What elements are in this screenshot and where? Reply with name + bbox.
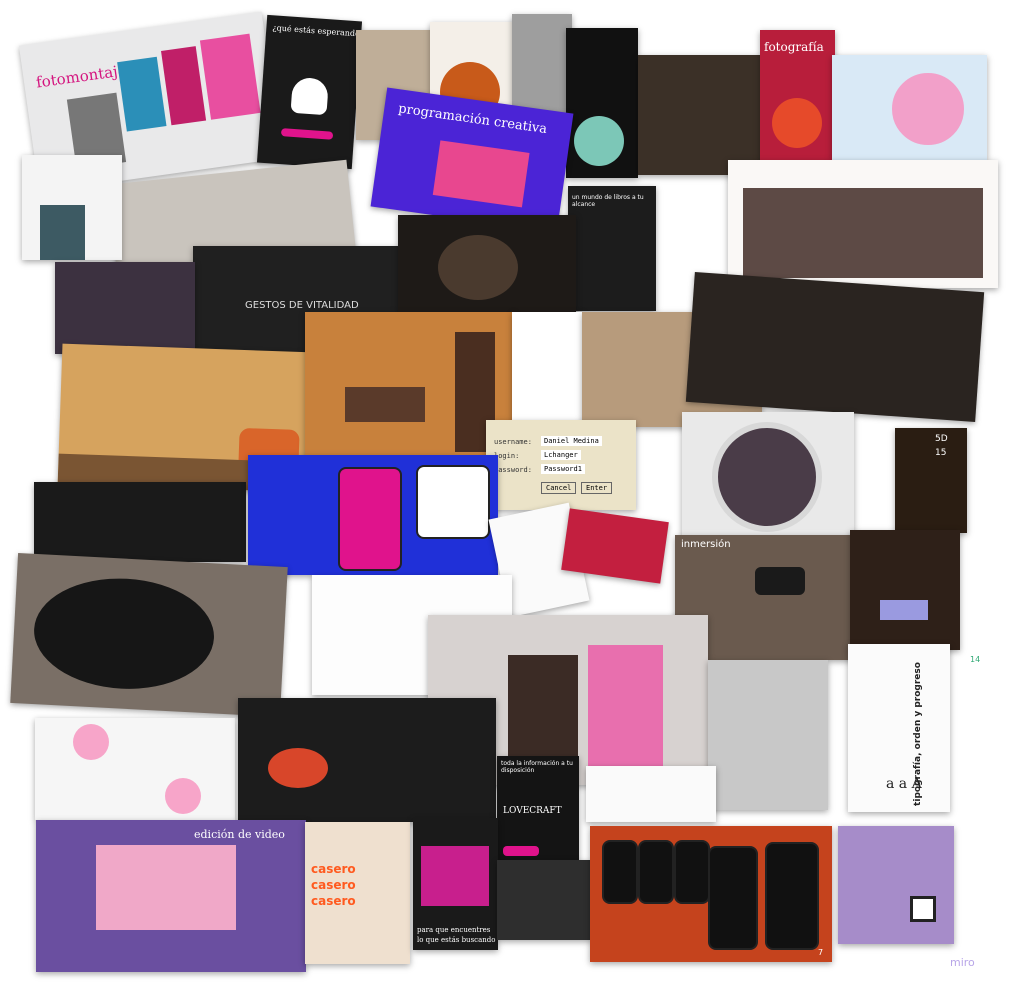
bw-photo-card [708, 660, 828, 810]
para-que-line-2: lo que estás buscando [417, 936, 496, 944]
collage-photo-1 [117, 56, 167, 132]
para-que-card[interactable]: para que encuentres lo que estás buscand… [413, 818, 498, 950]
vinyl-label [574, 116, 624, 166]
orange-phone-1 [602, 840, 638, 904]
enter-button[interactable]: Enter [581, 482, 613, 494]
cancel-button[interactable]: Cancel [541, 482, 577, 494]
orange-phone-4 [708, 846, 758, 950]
miro-watermark: miro [950, 956, 975, 969]
chess-label-15: 15 [935, 448, 947, 458]
app-screens-card [34, 482, 246, 562]
password-field[interactable]: Password1 [541, 464, 585, 474]
fotomontaje-title: fotomontaje [34, 61, 128, 92]
lcd-screen [880, 600, 928, 620]
portrait-photo-card [638, 55, 763, 175]
phone-list-card [512, 312, 584, 427]
cabinet [345, 387, 425, 422]
edicion-video-title: edición de video [194, 828, 285, 841]
collage-photo-3 [199, 33, 261, 120]
person-right [588, 645, 663, 785]
inmersion-title: inmersión [681, 539, 731, 550]
username-field[interactable]: Daniel Medina [541, 436, 602, 446]
chess-label-5d: 5D [935, 434, 948, 444]
donut-card [832, 55, 987, 160]
grid-photo [743, 188, 983, 278]
dial-photo-card [850, 530, 960, 650]
blue-phones-card [248, 455, 498, 575]
lovecraft-name: LOVECRAFT [503, 806, 562, 816]
programacion-creativa-title: programación creativa [397, 101, 548, 138]
fotografia-card[interactable]: fotografía [760, 30, 835, 180]
page-number-14: 14 [970, 655, 981, 664]
washing-machine-card [682, 412, 854, 542]
casero-card[interactable]: casero casero casero [305, 822, 410, 964]
login-card[interactable]: username: Daniel Medina login: Lchanger … [486, 420, 636, 510]
editor-window [96, 845, 236, 930]
orange-phone-5 [765, 842, 819, 950]
pink-chip [503, 846, 539, 856]
page-number-7: 7 [818, 948, 824, 957]
phone-1 [338, 467, 402, 571]
laptop-card [497, 860, 592, 940]
tipografia-card[interactable]: tipografía, orden y progreso a a A [848, 644, 950, 812]
programacion-creativa-card[interactable]: programación creativa [370, 87, 574, 233]
orange-phone-2 [638, 840, 674, 904]
desk-dark-card [398, 215, 576, 320]
product-row-card [586, 766, 716, 822]
libros-card[interactable]: un mundo de libros a tu alcance [568, 186, 656, 311]
casero-line-1: casero [311, 862, 356, 876]
record-disc [31, 574, 217, 694]
tile-grid [421, 846, 489, 906]
que-estas-esperando-card[interactable]: ¿qué estás esperando? [256, 14, 363, 170]
washer-drum [712, 422, 822, 532]
tipografia-sample: a a A [886, 776, 922, 792]
circuit-card [685, 272, 985, 422]
generative-pattern [432, 140, 530, 208]
pie-chart-card [35, 718, 235, 820]
orange-phone-3 [674, 840, 710, 904]
donut-illustration [892, 73, 964, 145]
casero-line-3: casero [311, 894, 356, 908]
vinyl-closeup-card [238, 698, 496, 822]
edicion-video-card[interactable]: edición de video [36, 820, 306, 972]
record-player-card [10, 553, 288, 717]
que-estas-esperando-title: ¿qué estás esperando? [272, 23, 363, 39]
pie-1 [73, 724, 109, 760]
flower-photo [772, 98, 822, 148]
plants-photo-card [55, 262, 195, 354]
gestos-title: GESTOS DE VITALIDAD [245, 300, 359, 311]
pie-2 [165, 778, 201, 814]
chess-card: 5D 15 [895, 428, 967, 533]
vinyl-photo-card [566, 28, 638, 178]
username-label: username: [494, 438, 532, 446]
collage-grid-card [728, 160, 998, 288]
para-que-line-1: para que encuentres [417, 926, 491, 934]
fotografia-title: fotografía [764, 40, 824, 54]
phone-2 [416, 465, 490, 539]
kitchen-3d-card [305, 312, 515, 460]
round-table [438, 235, 518, 300]
qr-card [838, 826, 954, 944]
qr-code [910, 896, 936, 922]
lovecraft-heading: toda la información a tu disposición [501, 760, 573, 774]
orange-phones-card: 7 [590, 826, 832, 962]
libros-title: un mundo de libros a tu alcance [572, 194, 644, 208]
collage-photo-2 [161, 46, 207, 126]
vinyl-label-closeup [268, 748, 328, 788]
casero-line-2: casero [311, 878, 356, 892]
ghost-illustration [290, 76, 329, 116]
illustration-card [22, 155, 122, 260]
vr-headset [755, 567, 805, 595]
password-label: password: [494, 466, 532, 474]
woman-illustration [40, 205, 85, 260]
pink-button [280, 128, 334, 140]
login-field[interactable]: Lchanger [541, 450, 581, 460]
